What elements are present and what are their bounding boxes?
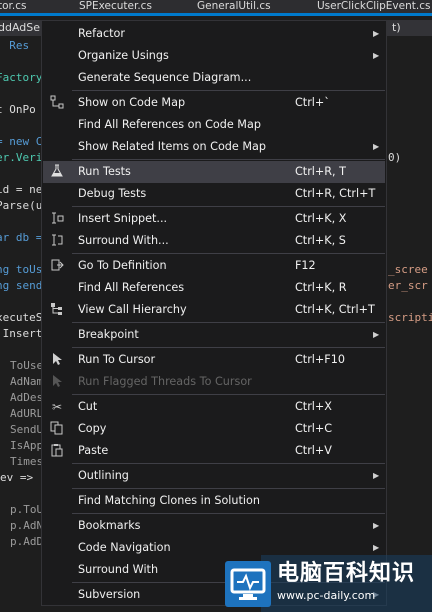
menu-item-find-all-references[interactable]: Find All References Ctrl+K, R — [43, 277, 385, 299]
tab-generalutil-cs[interactable]: GeneralUtil.cs — [197, 0, 271, 13]
menu-item-view-call-hierarchy[interactable]: View Call Hierarchy Ctrl+K, Ctrl+T — [43, 299, 385, 321]
code-line: IsApp — [10, 439, 44, 452]
tab-spexecuter-cs[interactable]: SPExecuter.cs — [79, 0, 152, 13]
watermark-logo-icon — [225, 561, 271, 607]
menu-item-debug-tests[interactable]: Debug Tests Ctrl+R, Ctrl+T — [43, 183, 385, 205]
code-line: ev => — [0, 471, 34, 484]
menu-item-outlining[interactable]: Outlining ▶ — [43, 465, 385, 487]
menu-item-insert-snippet[interactable]: Insert Snippet... Ctrl+K, X — [43, 208, 385, 230]
code-line: = new C — [0, 135, 43, 148]
code-line: p.ToU — [10, 503, 44, 516]
submenu-arrow-icon: ▶ — [373, 29, 380, 38]
submenu-arrow-icon: ▶ — [373, 330, 380, 339]
menu-separator — [72, 513, 385, 514]
tab-userclickclipevent-cs[interactable]: UserClickClipEvent.cs — [317, 0, 430, 13]
menu-item-bookmarks[interactable]: Bookmarks ▶ — [43, 515, 385, 537]
submenu-arrow-icon: ▶ — [373, 142, 380, 151]
watermark-url: www.pc-daily.com — [277, 589, 376, 602]
code-line-right: 0) — [388, 151, 402, 164]
surround-icon — [49, 233, 65, 249]
menu-item-refactor[interactable]: Refactor ▶ — [43, 23, 385, 45]
submenu-arrow-icon: ▶ — [373, 51, 380, 60]
menu-separator — [72, 253, 385, 254]
submenu-arrow-icon: ▶ — [373, 471, 380, 480]
code-line: xecuteS — [0, 311, 43, 324]
code-line: ng toUs — [0, 263, 43, 276]
code-line: .Insert — [0, 327, 43, 340]
menu-separator — [72, 394, 385, 395]
menu-item-surround-with[interactable]: Surround With... Ctrl+K, S — [43, 230, 385, 252]
flask-icon — [49, 164, 65, 180]
menu-item-breakpoint[interactable]: Breakpoint ▶ — [43, 324, 385, 346]
code-map-icon — [49, 95, 65, 111]
menu-item-cut[interactable]: ✂ Cut Ctrl+X — [43, 396, 385, 418]
menu-separator — [72, 347, 385, 348]
menu-separator — [72, 322, 385, 323]
code-line: AdURL — [10, 407, 44, 420]
code-line: ar db = — [0, 231, 43, 244]
context-menu: Refactor ▶ Organize Usings ▶ Generate Se… — [41, 20, 387, 606]
scissors-icon: ✂ — [51, 400, 63, 414]
menu-separator — [72, 206, 385, 207]
tab-tor-cs[interactable]: tor.cs — [0, 0, 26, 13]
code-line: er.Veri — [0, 151, 43, 164]
code-line: : Res — [0, 39, 30, 52]
menu-item-find-all-references-on-code-map[interactable]: Find All References on Code Map — [43, 114, 385, 136]
menu-item-organize-usings[interactable]: Organize Usings ▶ — [43, 45, 385, 67]
menu-item-run-flagged-threads-to-cursor[interactable]: Run Flagged Threads To Cursor — [43, 371, 385, 393]
menu-item-generate-sequence-diagram[interactable]: Generate Sequence Diagram... — [43, 67, 385, 89]
menu-item-paste[interactable]: Paste Ctrl+V — [43, 440, 385, 462]
code-line: Parse(u — [0, 199, 43, 212]
cursor-icon — [49, 352, 65, 368]
code-line: t OnPo — [0, 103, 36, 116]
code-line-right: _scree — [388, 263, 428, 276]
menu-item-show-on-code-map[interactable]: Show on Code Map Ctrl+` — [43, 92, 385, 114]
menu-item-run-to-cursor[interactable]: Run To Cursor Ctrl+F10 — [43, 349, 385, 371]
code-line: Factory — [0, 71, 43, 84]
menu-item-go-to-definition[interactable]: Go To Definition F12 — [43, 255, 385, 277]
document-tab-strip: tor.cs SPExecuter.cs GeneralUtil.cs User… — [0, 0, 432, 13]
code-line: SendU — [10, 423, 44, 436]
code-line: ng send — [0, 279, 43, 292]
site-watermark: 电脑百科知识 www.pc-daily.com — [225, 555, 432, 612]
menu-item-copy[interactable]: Copy Ctrl+C — [43, 418, 385, 440]
menu-item-show-related-items-on-code-map[interactable]: Show Related Items on Code Map ▶ — [43, 136, 385, 158]
submenu-arrow-icon: ▶ — [373, 521, 380, 530]
code-line: ToUse — [10, 359, 44, 372]
cursor-icon — [49, 374, 65, 390]
copy-icon — [49, 421, 65, 437]
code-line: Times — [10, 455, 44, 468]
code-line-right: er_scr — [388, 279, 428, 292]
code-line: AdNam — [10, 375, 44, 388]
menu-item-run-tests[interactable]: Run Tests Ctrl+R, T — [43, 161, 385, 183]
menu-item-find-matching-clones[interactable]: Find Matching Clones in Solution — [43, 490, 385, 512]
code-line: AdDes — [10, 391, 44, 404]
call-hierarchy-icon — [49, 302, 65, 318]
paste-icon — [49, 443, 65, 459]
member-dropdown-right[interactable]: t) — [392, 20, 401, 36]
member-dropdown-fragment[interactable]: ddAdSe — [0, 20, 40, 36]
code-line: p.AdN — [10, 519, 44, 532]
menu-separator — [72, 463, 385, 464]
snippet-icon — [49, 211, 65, 227]
menu-separator — [72, 488, 385, 489]
menu-separator — [72, 159, 385, 160]
menu-separator — [72, 90, 385, 91]
code-line: p.AdD — [10, 535, 44, 548]
code-line-right: scripti — [388, 311, 432, 324]
code-line: id = ne — [0, 183, 43, 196]
goto-icon — [49, 258, 65, 274]
watermark-title: 电脑百科知识 — [277, 561, 416, 586]
